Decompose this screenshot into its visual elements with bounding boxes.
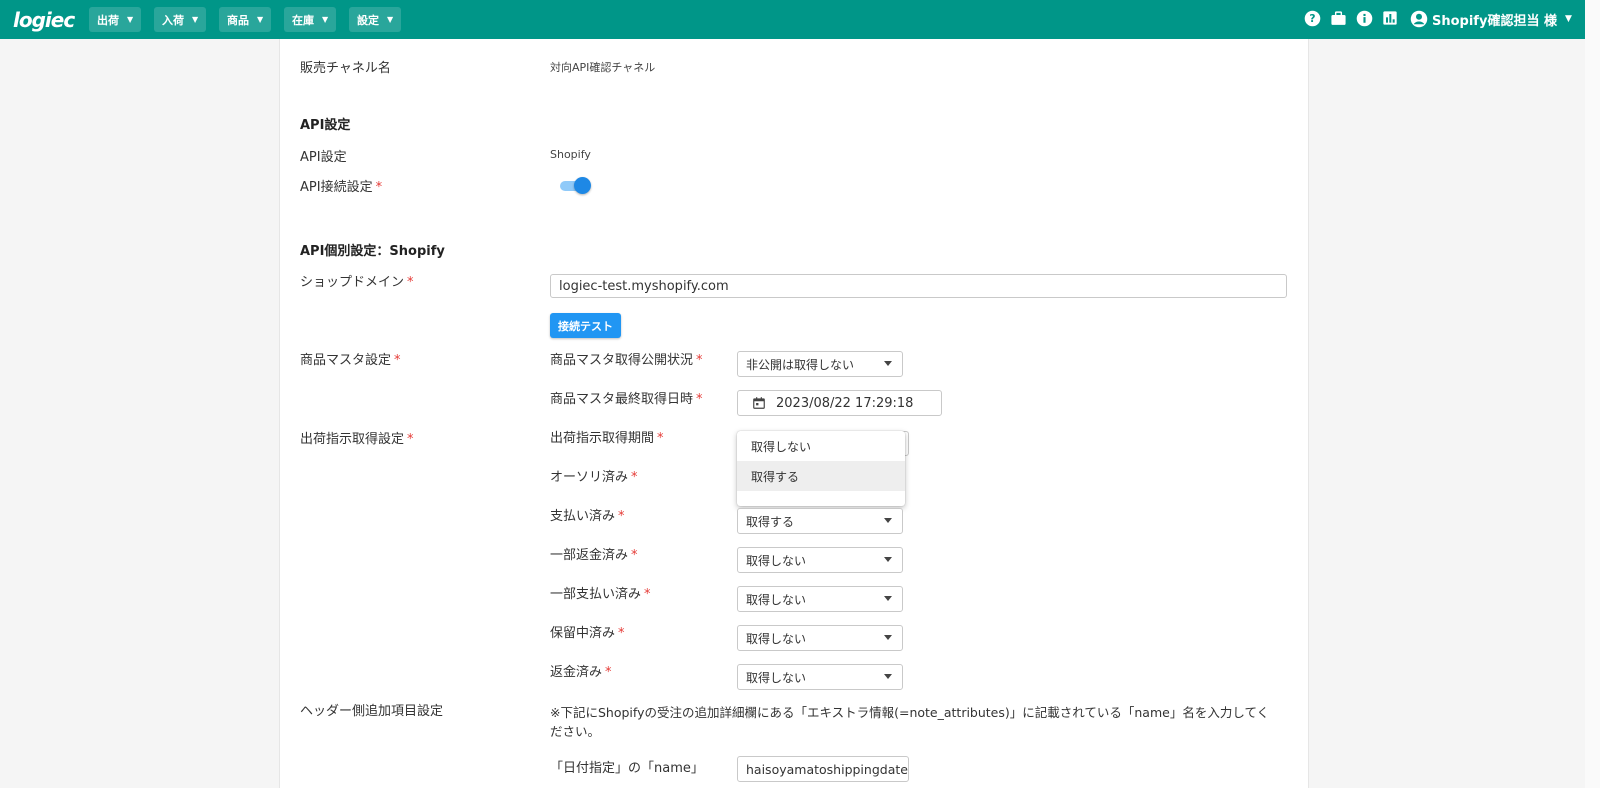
refunded-label: 返金済み * <box>550 665 612 680</box>
shipping-period-label: 出荷指示取得期間 * <box>550 431 664 446</box>
product-master-last-fetch-input[interactable]: 2023/08/22 17:29:18 <box>737 390 942 416</box>
dropdown-arrow-icon <box>884 635 892 640</box>
dropdown-arrow-icon <box>884 361 892 366</box>
pending-label: 保留中済み * <box>550 626 625 641</box>
briefcase-icon[interactable] <box>1329 9 1347 27</box>
app-logo[interactable]: logiec <box>13 8 75 32</box>
select-value: 取得しない <box>746 631 807 646</box>
partially-paid-select[interactable]: 取得しない <box>737 586 903 612</box>
api-connect-toggle-knob[interactable] <box>574 177 591 194</box>
date-name-input[interactable]: haisoyamatoshippingdate <box>737 756 909 782</box>
caret-down-icon: ▼ <box>257 15 264 24</box>
partially-refunded-label: 一部返金済み * <box>550 548 638 563</box>
product-master-label: 商品マスタ設定 * <box>300 353 401 368</box>
datetime-value: 2023/08/22 17:29:18 <box>776 395 914 411</box>
nav-menu-label: 商品 <box>227 13 249 27</box>
product-master-status-label: 商品マスタ取得公開状況 * <box>550 353 703 368</box>
dropdown-arrow-icon <box>884 674 892 679</box>
nav-menu-products[interactable]: 商品 ▼ <box>219 7 272 32</box>
dropdown-option-no-fetch[interactable]: 取得しない <box>737 431 905 461</box>
partially-paid-label: 一部支払い済み * <box>550 587 651 602</box>
shipping-settings-label: 出荷指示取得設定 * <box>300 432 414 447</box>
status-dropdown-menu: 取得しない 取得する <box>737 431 905 506</box>
refunded-select[interactable]: 取得しない <box>737 664 903 690</box>
user-menu[interactable]: Shopify確認担当 様 ▼ <box>1410 8 1572 30</box>
date-name-label: 「日付指定」の「name」 <box>550 761 704 776</box>
select-value: 取得しない <box>746 553 807 568</box>
api-section-title: API設定 <box>300 118 351 133</box>
nav-menu-label: 出荷 <box>97 13 119 27</box>
dropdown-arrow-icon <box>884 596 892 601</box>
report-chart-icon[interactable] <box>1381 9 1399 27</box>
page-scrollbar[interactable] <box>1585 0 1600 788</box>
nav-menu-receiving[interactable]: 入荷 ▼ <box>154 7 207 32</box>
partially-refunded-select[interactable]: 取得しない <box>737 547 903 573</box>
select-value: 非公開は取得しない <box>746 357 855 372</box>
header-extra-note: ※下記にShopifyの受注の追加詳細欄にある「エキストラ情報(=note_at… <box>550 705 1270 739</box>
select-value: 取得しない <box>746 592 807 607</box>
product-master-status-select[interactable]: 非公開は取得しない <box>737 351 903 377</box>
api-value: Shopify <box>550 148 591 161</box>
nav-menu-label: 在庫 <box>292 13 314 27</box>
shop-domain-label: ショップドメイン * <box>300 275 414 290</box>
product-master-last-fetch-label: 商品マスタ最終取得日時 * <box>550 392 703 407</box>
authorized-label: オーソリ済み * <box>550 470 638 485</box>
caret-down-icon: ▼ <box>127 15 134 24</box>
dropdown-arrow-icon <box>884 518 892 523</box>
shop-domain-input[interactable]: logiec-test.myshopify.com <box>550 274 1287 298</box>
select-value: 取得する <box>746 514 795 529</box>
nav-menu-inventory[interactable]: 在庫 ▼ <box>284 7 337 32</box>
caret-down-icon: ▼ <box>322 15 329 24</box>
select-value: 取得しない <box>746 670 807 685</box>
nav-menu-settings[interactable]: 設定 ▼ <box>349 7 402 32</box>
api-connect-label: API接続設定 * <box>300 180 383 195</box>
nav-menu-label: 入荷 <box>162 13 184 27</box>
pending-select[interactable]: 取得しない <box>737 625 903 651</box>
dropdown-option-fetch[interactable]: 取得する <box>737 461 905 491</box>
paid-label: 支払い済み * <box>550 509 625 524</box>
connection-test-button[interactable]: 接続テスト <box>550 313 621 338</box>
paid-select[interactable]: 取得する <box>737 508 903 534</box>
info-icon[interactable] <box>1355 9 1373 27</box>
nav-menu-shipping[interactable]: 出荷 ▼ <box>89 7 142 32</box>
channel-name-label: 販売チャネル名 <box>300 61 391 76</box>
calendar-icon <box>753 397 765 409</box>
header-extra-label: ヘッダー側追加項目設定 <box>300 704 444 719</box>
account-circle-icon <box>1410 10 1428 28</box>
dropdown-arrow-icon <box>884 557 892 562</box>
help-icon[interactable]: ? <box>1303 9 1321 27</box>
svg-text:?: ? <box>1309 12 1315 25</box>
api-label: API設定 <box>300 150 347 165</box>
channel-name-value: 対向API確認チャネル <box>550 61 656 74</box>
caret-down-icon: ▼ <box>192 15 199 24</box>
user-name: Shopify確認担当 様 <box>1432 13 1557 29</box>
caret-down-icon: ▼ <box>387 15 394 24</box>
nav-menu-label: 設定 <box>357 13 379 27</box>
caret-down-icon: ▼ <box>1564 14 1572 24</box>
top-navigation-bar: logiec 出荷 ▼ 入荷 ▼ 商品 ▼ 在庫 ▼ 設定 ▼ ? Shopify確認担当… <box>0 0 1585 39</box>
shopify-section-title: API個別設定：Shopify <box>300 244 445 259</box>
